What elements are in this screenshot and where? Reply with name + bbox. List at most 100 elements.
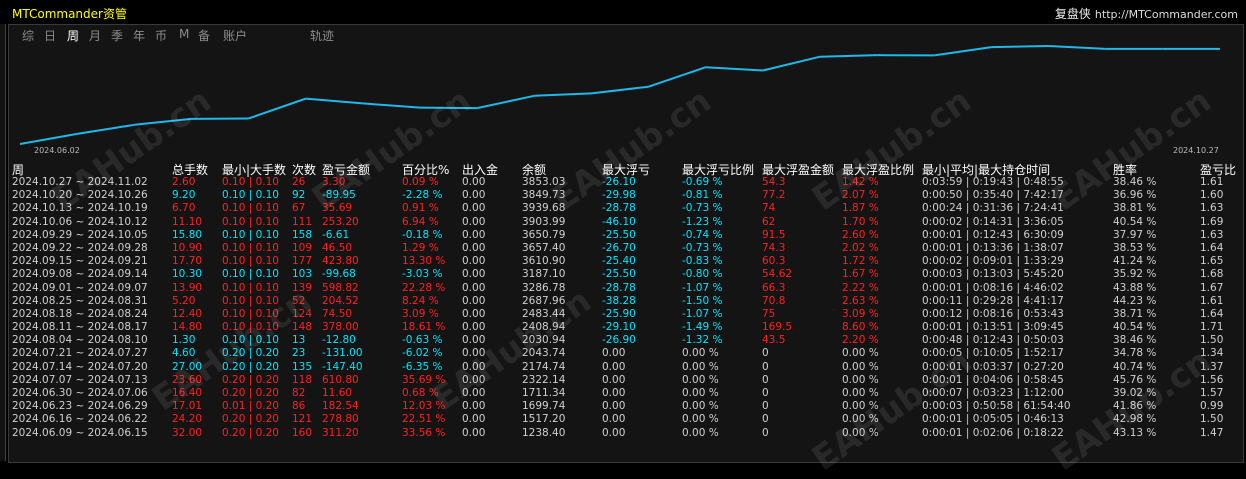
cell-max-float-gain: 74.3 (762, 242, 785, 254)
cell-pl: 378.00 (322, 321, 359, 333)
cell-max-float-loss: -25.50 (602, 229, 636, 241)
cell-period: 2024.08.11 ~ 2024.08.17 (12, 321, 148, 333)
table-row[interactable]: 2024.08.11 ~ 2024.08.1714.800.10 | 0.101… (0, 321, 1246, 334)
cell-lots: 11.10 (172, 216, 202, 228)
cell-deposit-withdraw: 0.00 (462, 361, 485, 373)
tab-week[interactable]: 周 (67, 27, 79, 44)
cell-max-float-gain: 54.62 (762, 268, 792, 280)
cell-lots: 23.60 (172, 374, 202, 386)
cell-count: 135 (292, 361, 312, 373)
table-row[interactable]: 2024.09.22 ~ 2024.09.2810.900.10 | 0.101… (0, 242, 1246, 255)
table-row[interactable]: 2024.07.07 ~ 2024.07.1323.600.20 | 0.201… (0, 374, 1246, 387)
cell-hold-time: 0:00:01 | 0:05:05 | 0:46:13 (922, 413, 1064, 425)
cell-lots: 6.70 (172, 202, 195, 214)
cell-period: 2024.10.06 ~ 2024.10.12 (12, 216, 148, 228)
tab-currency[interactable]: 币 (155, 27, 167, 44)
cell-minmax: 0.20 | 0.20 (222, 427, 279, 439)
cell-winrate: 39.02 % (1113, 387, 1156, 399)
equity-line-segment (363, 103, 420, 107)
table-row[interactable]: 2024.10.27 ~ 2024.11.022.600.10 | 0.1026… (0, 176, 1246, 189)
cell-winrate: 41.86 % (1113, 400, 1156, 412)
cell-max-float-gain-pct: 0.00 % (842, 374, 879, 386)
tab-quarter[interactable]: 季 (111, 27, 123, 44)
cell-pl: 598.82 (322, 282, 359, 294)
table-row[interactable]: 2024.10.13 ~ 2024.10.196.700.10 | 0.1067… (0, 202, 1246, 215)
x-start-label: 2024.06.02 (34, 146, 80, 155)
table-row[interactable]: 2024.09.15 ~ 2024.09.2117.700.10 | 0.101… (0, 255, 1246, 268)
cell-minmax: 0.20 | 0.20 (222, 374, 279, 386)
table-row[interactable]: 2024.06.23 ~ 2024.06.2917.010.01 | 0.208… (0, 400, 1246, 413)
cell-hold-time: 0:00:48 | 0:12:43 | 0:50:03 (922, 334, 1064, 346)
cell-pl: -12.80 (322, 334, 356, 346)
table-row[interactable]: 2024.08.18 ~ 2024.08.2412.400.10 | 0.101… (0, 308, 1246, 321)
table-row[interactable]: 2024.08.04 ~ 2024.08.101.300.10 | 0.1013… (0, 334, 1246, 347)
tab-m[interactable]: M (179, 27, 189, 41)
cell-deposit-withdraw: 0.00 (462, 216, 485, 228)
cell-minmax: 0.10 | 0.10 (222, 189, 279, 201)
cell-winrate: 34.78 % (1113, 347, 1156, 359)
cell-balance: 3286.78 (522, 282, 565, 294)
cell-max-float-loss-pct: -0.73 % (682, 202, 722, 214)
cell-max-float-loss: 0.00 (602, 374, 625, 386)
cell-max-float-loss-pct: -1.50 % (682, 295, 722, 307)
cell-lots: 5.20 (172, 295, 195, 307)
cell-lots: 17.01 (172, 400, 202, 412)
cell-winrate: 38.71 % (1113, 308, 1156, 320)
table-row[interactable]: 2024.10.06 ~ 2024.10.12 11.10 0.10 | 0.10 1… (0, 216, 1246, 229)
cell-max-float-loss: -29.10 (602, 321, 636, 333)
table-row[interactable]: 2024.09.29 ~ 2024.10.0515.800.10 | 0.101… (0, 229, 1246, 242)
table-row[interactable]: 2024.07.21 ~ 2024.07.274.600.20 | 0.2023… (0, 347, 1246, 360)
tab-year[interactable]: 年 (133, 27, 145, 44)
title-bar: MTCommander资管 复盘侠http://MTCommander.com (0, 0, 1246, 24)
cell-balance: 1699.74 (522, 400, 565, 412)
cell-lots: 13.90 (172, 282, 202, 294)
tab-summary[interactable]: 综 (22, 27, 34, 44)
tab-month[interactable]: 月 (89, 27, 101, 44)
table-row[interactable]: 2024.10.20 ~ 2024.10.269.200.10 | 0.1092… (0, 189, 1246, 202)
cell-lots: 14.80 (172, 321, 202, 333)
cell-pct: -3.03 % (402, 268, 442, 280)
cell-winrate: 43.13 % (1113, 427, 1156, 439)
tab-account[interactable]: 账户 (223, 27, 247, 44)
cell-deposit-withdraw: 0.00 (462, 189, 485, 201)
cell-hold-time: 0:00:02 | 0:09:01 | 1:33:29 (922, 255, 1064, 267)
cell-max-float-gain: 66.3 (762, 282, 785, 294)
cell-max-float-loss: 0.00 (602, 387, 625, 399)
cell-period: 2024.10.27 ~ 2024.11.02 (12, 176, 148, 188)
cell-hold-time: 0:00:01 | 0:02:06 | 0:18:22 (922, 427, 1064, 439)
cell-ratio: 1.60 (1200, 189, 1223, 201)
brand[interactable]: 复盘侠http://MTCommander.com (1055, 5, 1238, 22)
tab-track[interactable]: 轨迹 (310, 27, 334, 44)
cell-count: 121 (292, 413, 312, 425)
cell-pct: 12.03 % (402, 400, 445, 412)
cell-winrate: 44.23 % (1113, 295, 1156, 307)
cell-deposit-withdraw: 0.00 (462, 387, 485, 399)
table-row[interactable]: 2024.08.25 ~ 2024.08.315.200.10 | 0.1052… (0, 295, 1246, 308)
cell-max-float-loss: 0.00 (602, 347, 625, 359)
tab-day[interactable]: 日 (44, 27, 56, 44)
cell-max-float-gain: 0 (762, 387, 769, 399)
cell-pl: 423.80 (322, 255, 359, 267)
cell-lots: 27.00 (172, 361, 202, 373)
cell-period: 2024.10.20 ~ 2024.10.26 (12, 189, 148, 201)
cell-minmax: 0.10 | 0.10 (222, 216, 279, 228)
cell-hold-time: 0:00:01 | 0:04:06 | 0:58:45 (922, 374, 1064, 386)
cell-balance: 3849.73 (522, 189, 565, 201)
table-row[interactable]: 2024.06.09 ~ 2024.06.1532.000.20 | 0.201… (0, 427, 1246, 440)
cell-count: 160 (292, 427, 312, 439)
cell-max-float-loss: -28.78 (602, 282, 636, 294)
cell-pct: 35.69 % (402, 374, 445, 386)
cell-balance: 2043.74 (522, 347, 565, 359)
cell-count: 67 (292, 202, 305, 214)
brand-url[interactable]: http://MTCommander.com (1095, 8, 1238, 21)
table-row[interactable]: 2024.09.01 ~ 2024.09.0713.900.10 | 0.101… (0, 282, 1246, 295)
table-row[interactable]: 2024.06.16 ~ 2024.06.2224.200.20 | 0.201… (0, 413, 1246, 426)
cell-deposit-withdraw: 0.00 (462, 400, 485, 412)
table-row[interactable]: 2024.06.30 ~ 2024.07.0616.400.20 | 0.208… (0, 387, 1246, 400)
equity-line-segment (763, 57, 820, 71)
cell-deposit-withdraw: 0.00 (462, 347, 485, 359)
table-row[interactable]: 2024.09.08 ~ 2024.09.1410.300.10 | 0.101… (0, 268, 1246, 281)
table-row[interactable]: 2024.07.14 ~ 2024.07.2027.000.20 | 0.201… (0, 361, 1246, 374)
tab-notes[interactable]: 备 (198, 27, 210, 44)
cell-max-float-gain-pct: 1.70 % (842, 216, 879, 228)
